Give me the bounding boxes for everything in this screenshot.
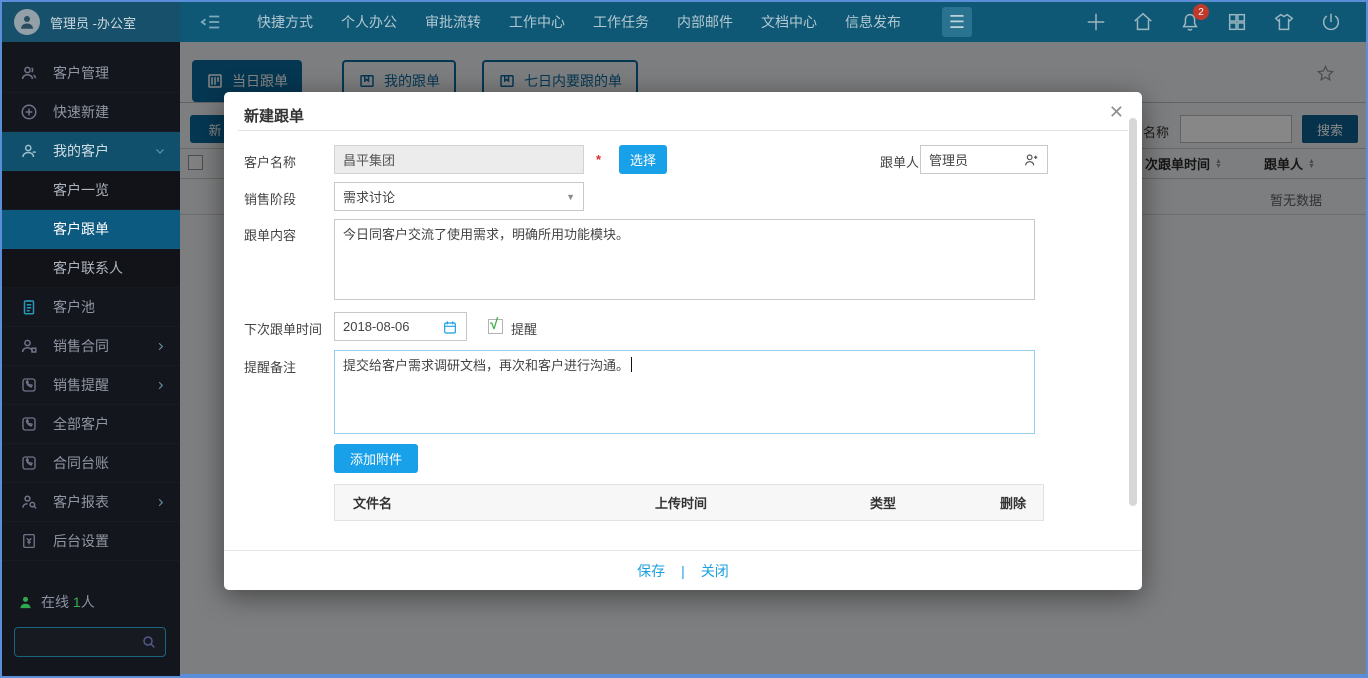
modal-footer: 保存 | 关闭 [224,550,1142,590]
calendar-icon[interactable] [442,319,458,335]
dropdown-caret-icon: ▼ [566,191,575,202]
nav-item-workcenter[interactable]: 工作中心 [509,12,565,32]
attachment-col-delete: 删除 [1000,496,1027,511]
notification-badge: 2 [1193,4,1209,20]
user-search-icon [20,493,40,511]
user-name: 管理员 -办公室 [50,15,136,31]
sidebar-item-customer-report[interactable]: 客户报表 [2,483,180,522]
attachment-col-upload-time: 上传时间 [655,496,708,511]
next-follow-time-label: 下次跟单时间 [244,322,323,337]
nav-item-tasks[interactable]: 工作任务 [593,12,649,32]
follower-label: 跟单人 [880,155,920,170]
home-icon[interactable] [1132,11,1154,33]
text-cursor [631,357,633,372]
follow-content-label: 跟单内容 [244,228,297,243]
clipboard-icon [20,298,40,316]
save-button[interactable]: 保存 [637,561,665,581]
nav-item-approval[interactable]: 审批流转 [425,12,481,32]
sidebar-item-customer-follow[interactable]: 客户跟单 [2,210,180,249]
check-icon: √ [490,316,499,333]
online-count: 1 [72,594,81,610]
chevron-right-icon [155,380,166,391]
users-icon [20,64,40,82]
search-icon [141,634,157,650]
modal-header-divider [238,130,1128,131]
hamburger-menu-icon[interactable]: ☰ [942,7,972,37]
customer-name-input[interactable]: 昌平集团 [334,145,584,174]
attachment-col-type: 类型 [870,496,897,511]
remind-label: 提醒 [511,322,538,337]
choose-customer-button[interactable]: 选择 [619,145,667,174]
user-document-icon [20,337,40,355]
phone-icon [20,376,40,394]
remind-checkbox[interactable]: √ [488,316,503,334]
sales-stage-select[interactable]: 需求讨论 ▼ [334,182,584,211]
footer-separator: | [681,562,685,579]
theme-shirt-icon[interactable] [1273,11,1295,33]
customer-name-label: 客户名称 [244,155,297,170]
user-icon [20,142,40,160]
nav-item-personal[interactable]: 个人办公 [341,12,397,32]
user-avatar-icon [14,9,40,35]
sidebar-item-quick-create[interactable]: 快速新建 [2,93,180,132]
modal-title: 新建跟单 [244,108,305,125]
sidebar-item-customer-pool[interactable]: 客户池 [2,288,180,327]
follow-content-textarea[interactable]: 今日同客户交流了使用需求，明确所用功能模块。 [334,219,1035,300]
nav-item-docs[interactable]: 文档中心 [761,12,817,32]
apps-grid-icon[interactable] [1226,11,1248,33]
chevron-right-icon [155,497,166,508]
remark-label: 提醒备注 [244,360,297,375]
chevron-right-icon [155,341,166,352]
nav-item-quick[interactable]: 快捷方式 [257,12,313,32]
remark-textarea[interactable]: 提交给客户需求调研文档，再次和客户进行沟通。 [334,350,1035,434]
sidebar-item-customer-mgmt[interactable]: 客户管理 [2,54,180,93]
sidebar-item-customer-contacts[interactable]: 客户联系人 [2,249,180,288]
phone-icon [20,415,40,433]
phone-icon [20,454,40,472]
main-menu: 快捷方式 个人办公 审批流转 工作中心 工作任务 内部邮件 文档中心 信息发布 [257,2,901,42]
online-user-icon [18,595,33,610]
online-status: 在线 1人 [18,592,95,612]
follower-input[interactable]: 管理员 [920,145,1048,174]
plus-circle-icon [20,103,40,121]
settings-ledger-icon [20,532,40,550]
nav-item-news[interactable]: 信息发布 [845,12,901,32]
close-icon[interactable]: ✕ [1109,102,1124,123]
new-follow-modal: 新建跟单 ✕ 客户名称 昌平集团 * 选择 跟单人 管理员 销售阶段 需求讨论 … [224,92,1142,590]
close-button[interactable]: 关闭 [701,561,729,581]
sales-stage-label: 销售阶段 [244,192,297,207]
collapse-menu-icon[interactable] [200,11,222,33]
attachment-table-header: 文件名 上传时间 类型 删除 [334,484,1044,521]
add-person-icon[interactable] [1023,152,1039,168]
attachment-col-filename: 文件名 [353,496,393,511]
sidebar-item-customer-list[interactable]: 客户一览 [2,171,180,210]
sidebar-item-my-customers[interactable]: 我的客户 [2,132,180,171]
user-panel[interactable]: 管理员 -办公室 [2,2,180,42]
logout-power-icon[interactable] [1320,11,1342,33]
sidebar-item-contract-ledger[interactable]: 合同台账 [2,444,180,483]
sidebar-item-backend-settings[interactable]: 后台设置 [2,522,180,561]
sidebar-search-input[interactable] [14,627,166,657]
notifications-bell-icon[interactable]: 2 [1179,4,1209,33]
add-attachment-button[interactable]: 添加附件 [334,444,418,473]
next-follow-time-input[interactable]: 2018-08-06 [334,312,467,341]
sidebar-item-all-customers[interactable]: 全部客户 [2,405,180,444]
add-icon[interactable] [1085,11,1107,33]
sidebar-item-sales-reminder[interactable]: 销售提醒 [2,366,180,405]
required-asterisk: * [596,152,602,167]
chevron-down-icon [154,145,166,157]
sidebar-item-sales-contract[interactable]: 销售合同 [2,327,180,366]
sidebar: 客户管理 快速新建 我的客户 客户一览 客户跟单 客户联系人 客户池 销售合同 … [2,42,180,676]
top-navbar: 管理员 -办公室 快捷方式 个人办公 审批流转 工作中心 工作任务 内部邮件 文… [2,2,1366,42]
modal-scrollbar[interactable] [1129,118,1137,506]
nav-item-mail[interactable]: 内部邮件 [677,12,733,32]
